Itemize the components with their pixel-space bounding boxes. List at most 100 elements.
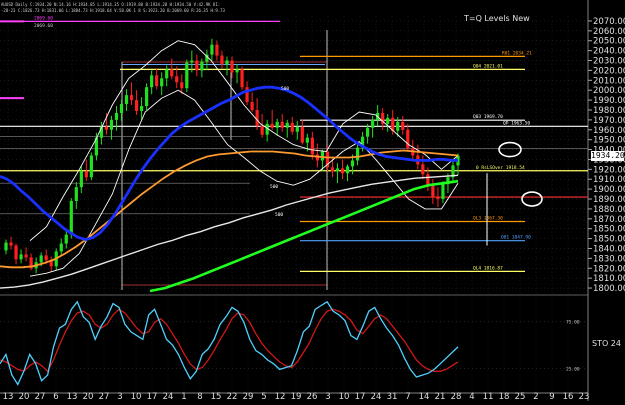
candle-body <box>195 60 199 71</box>
price-tick-label: 1850.00 <box>593 235 625 245</box>
price-tick-label: 2050.00 <box>593 37 625 47</box>
price-tick-label: 1840.00 <box>593 244 625 254</box>
time-tick-label: 20 <box>19 392 30 401</box>
price-tick-label: 1810.00 <box>593 274 625 284</box>
time-tick-label: 3 <box>325 392 330 401</box>
candle-body <box>39 255 43 263</box>
time-tick-label: 17 <box>355 392 366 401</box>
candle-body <box>250 102 254 110</box>
time-tick-label: 24 <box>163 392 174 401</box>
time-tick-label: 14 <box>419 392 430 401</box>
chart-title: T=Q Levels New <box>464 14 530 23</box>
candle-body <box>170 69 174 77</box>
candle-body <box>401 121 405 130</box>
gold-daily-chart[interactable]: 2070.00 2060.00 2050.00 2040.00 2030.00 2020.… <box>0 0 625 402</box>
candle-body <box>145 87 149 107</box>
price-tick-label: 2010.00 <box>593 76 625 86</box>
candle-body <box>260 125 264 135</box>
time-tick-label: 7 <box>405 392 410 401</box>
time-tick-label: 22 <box>227 392 238 401</box>
price-tick-label: 1980.00 <box>593 106 625 116</box>
time-tick-label: 1 <box>181 392 186 401</box>
time-tick-label: 28 <box>451 392 462 401</box>
candle-body <box>64 234 68 244</box>
candle-body <box>441 184 445 200</box>
candle-body <box>69 200 73 235</box>
price-tick-label: 1960.00 <box>593 126 625 136</box>
candle-body <box>180 82 184 89</box>
candle-body <box>109 119 114 130</box>
candle-body <box>406 129 410 149</box>
price-tick-label: 1970.00 <box>593 116 625 126</box>
candle-body <box>421 164 425 175</box>
candle-body <box>366 127 370 137</box>
time-tick-label: 9 <box>549 392 554 401</box>
price-tick-label: 2020.00 <box>593 66 625 76</box>
candle-body <box>335 168 340 172</box>
time-tick-label: 27 <box>35 392 46 401</box>
time-tick-label: 6 <box>53 392 58 401</box>
candle-body <box>280 121 284 128</box>
candle-body <box>140 106 144 111</box>
time-tick-label: 18 <box>499 392 510 401</box>
band-upper <box>29 40 459 241</box>
candle-body <box>290 122 294 132</box>
candle-body <box>371 119 375 128</box>
candle-body <box>59 243 63 252</box>
level-label: QP 1963.50 <box>503 120 530 126</box>
candle-body <box>14 245 18 260</box>
time-tick-label: 26 <box>307 392 318 401</box>
candle-body <box>44 255 48 261</box>
price-tick-label: 1800.00 <box>593 284 625 294</box>
candle-body <box>84 171 88 178</box>
candle-body <box>255 109 259 126</box>
time-tick-label: 4 <box>469 392 474 401</box>
annotation-label: 500 <box>275 212 283 218</box>
ma-green <box>149 179 459 293</box>
price-tick-label: 1890.00 <box>593 195 625 205</box>
time-tick-label: 27 <box>99 392 110 401</box>
time-tick-label: 2 <box>533 392 538 401</box>
level-label: 2069.60 <box>34 15 53 21</box>
highlight-ellipse <box>498 141 522 158</box>
level-label: QL4 1816.87 <box>473 265 503 271</box>
price-tick-label: 2000.00 <box>593 86 625 96</box>
time-tick-label: 23 <box>579 392 590 401</box>
level-caption: 2069.60 <box>34 23 53 29</box>
time-tick-label: 8 <box>197 392 202 401</box>
candle-body <box>275 121 279 128</box>
candle-body <box>235 69 239 73</box>
time-tick-label: 10 <box>339 392 350 401</box>
annotation-label: 500 <box>270 184 278 190</box>
time-tick-label: 20 <box>83 392 94 401</box>
time-tick-label: 3 <box>117 392 122 401</box>
price-tick-label: 1910.00 <box>593 175 625 185</box>
last-price-box: 1934.20 <box>591 151 625 161</box>
chart-svg[interactable]: 2070.002060.002050.002040.002030.002020.… <box>0 0 625 402</box>
candle-body <box>320 151 324 161</box>
candle-body <box>9 242 13 246</box>
candle-body <box>210 44 214 55</box>
candle-body <box>114 112 119 120</box>
time-tick-label: 31 <box>387 392 398 401</box>
time-tick-label: 10 <box>131 392 142 401</box>
time-tick-label: 5 <box>261 392 266 401</box>
level-label: R01 2034.21 <box>502 50 532 56</box>
candle-body <box>160 78 164 87</box>
price-tick-label: 2040.00 <box>593 47 625 57</box>
candle-body <box>240 69 244 88</box>
candle-body <box>355 147 360 161</box>
candle-body <box>119 104 124 113</box>
time-tick-label: 12 <box>275 392 286 401</box>
level-label: Q01 1847.90 <box>501 235 531 241</box>
candle-body <box>295 126 299 132</box>
candle-body <box>4 242 8 251</box>
price-tick-label: 1830.00 <box>593 254 625 264</box>
candle-body <box>300 126 304 143</box>
candle-body <box>190 60 194 63</box>
time-tick-label: 11 <box>483 392 494 401</box>
candle-body <box>129 95 134 101</box>
time-tick-label: 21 <box>435 392 446 401</box>
candle-body <box>396 121 400 131</box>
candle-body <box>431 186 435 198</box>
